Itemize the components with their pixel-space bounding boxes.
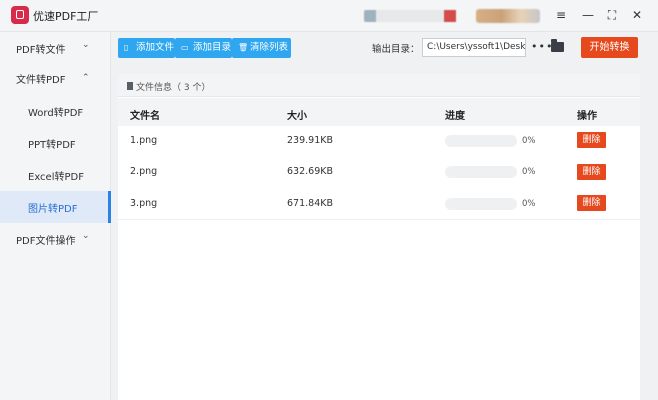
column-header-action: 操作: [577, 111, 597, 122]
progress-percent: 0%: [522, 136, 536, 146]
redacted-account-info: [364, 10, 460, 22]
column-header-name: 文件名: [130, 111, 160, 122]
sidebar-item-label: PDF文件操作: [16, 236, 76, 247]
file-size: 239.91KB: [287, 135, 333, 146]
delete-button[interactable]: 删除: [577, 164, 606, 180]
table-header: [118, 98, 640, 126]
document-icon: [127, 82, 133, 90]
table-row: [118, 188, 640, 220]
progress-bar: [445, 198, 517, 210]
output-dir-label: 输出目录：: [372, 44, 420, 55]
menu-icon[interactable]: ≡: [553, 7, 569, 23]
delete-button[interactable]: 删除: [577, 195, 606, 211]
panel-title: 文件信息（ 3 个）: [136, 83, 211, 93]
sidebar: PDF转文件 ⌄ 文件转PDF ⌃ Word转PDF PPT转PDF Excel…: [0, 32, 111, 400]
sidebar-item-label: Excel转PDF: [28, 172, 84, 183]
minimize-icon[interactable]: —: [580, 7, 596, 23]
sidebar-item-pdf-to-file[interactable]: PDF转文件 ⌄: [0, 32, 111, 64]
file-name: 3.png: [130, 198, 158, 209]
redacted-user-avatar[interactable]: [476, 9, 540, 23]
right-margin: [640, 74, 658, 400]
table-row: [118, 126, 640, 158]
progress-percent: 0%: [522, 199, 536, 209]
sidebar-item-label: Word转PDF: [28, 108, 84, 119]
progress-percent: 0%: [522, 167, 536, 177]
chevron-down-icon: ⌄: [82, 40, 90, 50]
file-name: 2.png: [130, 166, 158, 177]
panel-header: 文件信息（ 3 个）: [118, 74, 640, 97]
app-title: 优速PDF工厂: [33, 10, 99, 23]
sidebar-item-image-to-pdf[interactable]: 图片转PDF: [0, 191, 111, 223]
file-name: 1.png: [130, 135, 158, 146]
open-folder-icon[interactable]: [551, 39, 564, 52]
title-bar: 优速PDF工厂 ≡ — ⛶ ✕: [0, 0, 658, 32]
add-file-label: 添加文件: [136, 42, 175, 53]
add-folder-button[interactable]: ▭ 添加目录: [175, 38, 232, 58]
add-folder-label: 添加目录: [193, 42, 232, 53]
close-icon[interactable]: ✕: [629, 7, 645, 23]
add-file-button[interactable]: ▯ 添加文件: [118, 38, 175, 58]
trash-icon: 🗑: [238, 43, 249, 52]
delete-button[interactable]: 删除: [577, 132, 606, 148]
progress-bar: [445, 166, 517, 178]
sidebar-item-label: 文件转PDF: [16, 75, 66, 86]
sidebar-item-label: PDF转文件: [16, 45, 66, 56]
file-size: 632.69KB: [287, 166, 333, 177]
output-dir-field[interactable]: C:\Users\yssoft1\Deskt: [422, 38, 526, 57]
chevron-down-icon: ⌄: [82, 231, 90, 241]
start-convert-button[interactable]: 开始转换: [581, 37, 638, 58]
folder-outline-icon: ▭: [181, 43, 189, 52]
sidebar-item-file-to-pdf[interactable]: 文件转PDF ⌃: [0, 62, 111, 94]
clear-list-button[interactable]: 🗑 清除列表: [232, 38, 291, 58]
column-header-progress: 进度: [445, 111, 465, 122]
maximize-icon[interactable]: ⛶: [604, 7, 620, 23]
progress-bar: [445, 135, 517, 147]
clear-list-label: 清除列表: [250, 42, 289, 53]
sidebar-item-ppt-to-pdf[interactable]: PPT转PDF: [0, 127, 111, 159]
sidebar-item-pdf-operations[interactable]: PDF文件操作 ⌄: [0, 223, 111, 255]
chevron-up-icon: ⌃: [82, 73, 90, 83]
sidebar-item-excel-to-pdf[interactable]: Excel转PDF: [0, 159, 111, 191]
file-icon: ▯: [124, 43, 129, 52]
sidebar-item-label: PPT转PDF: [28, 140, 76, 151]
table-row: [118, 157, 640, 189]
sidebar-item-label: 图片转PDF: [28, 204, 78, 215]
sidebar-item-word-to-pdf[interactable]: Word转PDF: [0, 95, 111, 127]
app-logo-icon: [11, 6, 29, 24]
file-size: 671.84KB: [287, 198, 333, 209]
column-header-size: 大小: [287, 111, 307, 122]
